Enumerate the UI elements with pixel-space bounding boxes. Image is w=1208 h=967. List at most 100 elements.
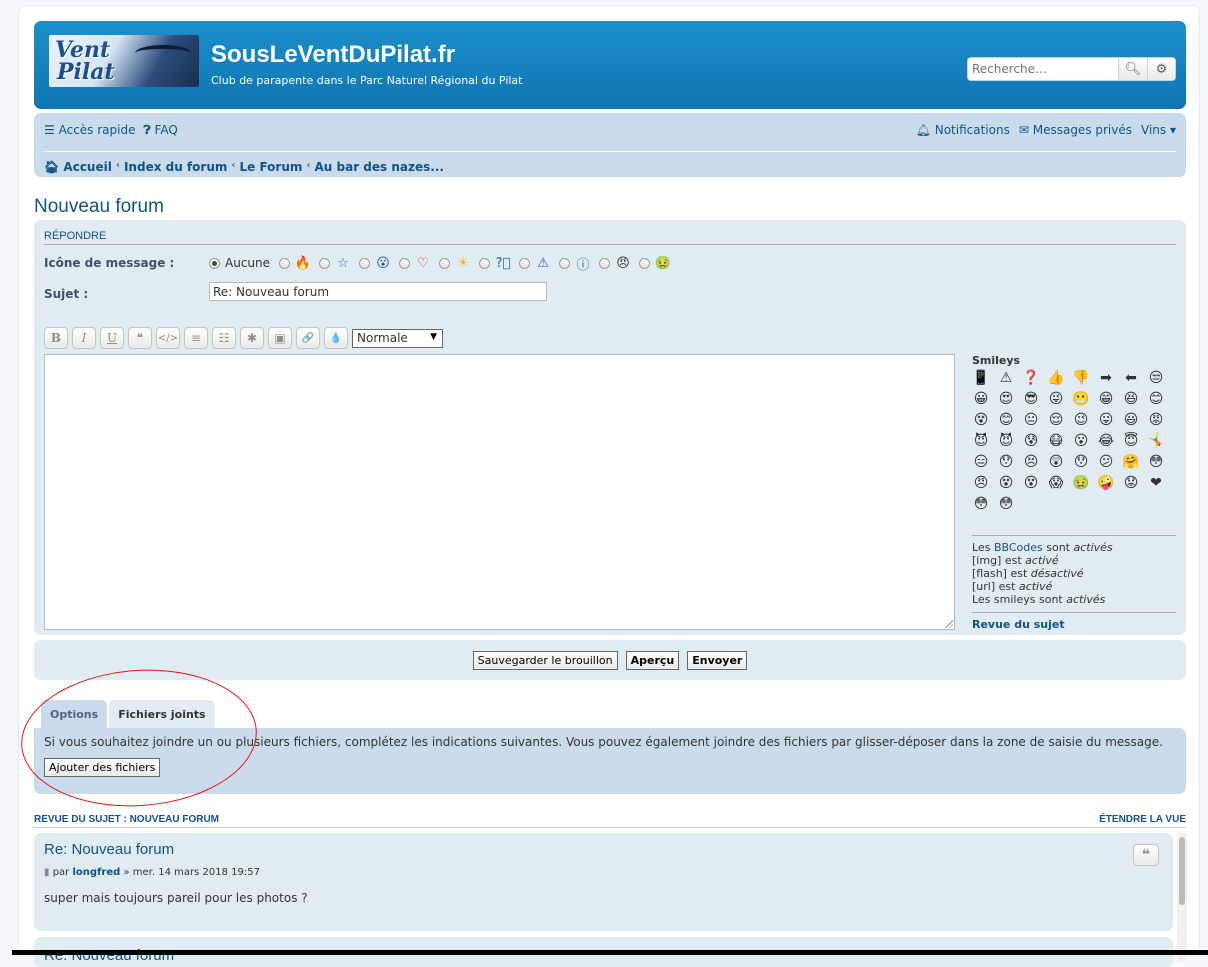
- smiley-icon[interactable]: 😯: [997, 453, 1015, 471]
- smiley-icon[interactable]: 😡: [1147, 411, 1165, 429]
- smiley-icon[interactable]: 😲: [1047, 453, 1065, 471]
- smiley-icon[interactable]: 🤸: [1147, 432, 1165, 450]
- ordered-list-button[interactable]: ☷: [212, 327, 236, 349]
- icon-radio-none[interactable]: [209, 257, 220, 269]
- smiley-icon[interactable]: 😀: [972, 390, 990, 408]
- smiley-icon[interactable]: 😮: [1072, 432, 1090, 450]
- font-size-select[interactable]: Normale: [352, 328, 443, 348]
- bold-button[interactable]: B: [44, 327, 68, 349]
- list-item-button[interactable]: ✱: [240, 327, 264, 349]
- post-author[interactable]: longfred: [72, 867, 120, 878]
- message-textarea[interactable]: [44, 354, 955, 630]
- icon-radio[interactable]: [439, 257, 451, 269]
- smiley-icon[interactable]: 😯: [1072, 453, 1090, 471]
- save-draft-button[interactable]: Sauvegarder le brouillon: [472, 650, 618, 670]
- faq-link[interactable]: ❓︎ FAQ: [143, 123, 177, 138]
- smiley-icon[interactable]: ⬅: [1122, 369, 1140, 387]
- icon-radio[interactable]: [599, 257, 611, 269]
- icon-radio[interactable]: [359, 257, 371, 269]
- send-button[interactable]: Envoyer: [687, 650, 748, 670]
- private-messages-link[interactable]: ✉ Messages privés: [1019, 123, 1132, 137]
- smiley-icon[interactable]: 🤢: [1072, 474, 1090, 492]
- smiley-icon[interactable]: ➡: [1097, 369, 1115, 387]
- scrollbar-thumb[interactable]: [1179, 837, 1185, 905]
- smiley-icon[interactable]: 👎: [1072, 369, 1090, 387]
- site-title[interactable]: SousLeVentDuPilat.fr: [211, 41, 455, 69]
- breadcrumb-le-forum[interactable]: Le Forum: [240, 160, 303, 174]
- smiley-icon[interactable]: 😊: [997, 411, 1015, 429]
- add-files-button[interactable]: Ajouter des fichiers: [44, 758, 161, 777]
- italic-button[interactable]: I: [72, 327, 96, 349]
- icon-radio[interactable]: [639, 257, 651, 269]
- tab-options[interactable]: Options: [41, 700, 108, 728]
- search-button[interactable]: 🔍︎: [1118, 58, 1147, 80]
- breadcrumb-forum-index[interactable]: Index du forum: [124, 160, 227, 174]
- icon-radio[interactable]: [559, 257, 571, 269]
- smiley-icon[interactable]: 😳: [997, 495, 1015, 513]
- smiley-icon[interactable]: 😂: [1097, 432, 1115, 450]
- breadcrumb-home[interactable]: 🏠︎ Accueil: [44, 160, 112, 174]
- smiley-icon[interactable]: ❓: [1022, 369, 1040, 387]
- smiley-icon[interactable]: 😳: [1147, 453, 1165, 471]
- subject-field[interactable]: [209, 282, 547, 301]
- icon-radio[interactable]: [279, 257, 291, 269]
- icon-radio[interactable]: [479, 257, 491, 269]
- site-logo[interactable]: Vent Pilat: [49, 35, 199, 87]
- list-button[interactable]: ≡: [184, 327, 208, 349]
- smiley-icon[interactable]: 😑: [972, 453, 990, 471]
- quote-button[interactable]: ❝: [128, 327, 152, 349]
- breadcrumb-bar[interactable]: Au bar des nazes...: [315, 160, 444, 174]
- smiley-icon[interactable]: ❤: [1147, 474, 1165, 492]
- quick-access-link[interactable]: ☰ Accès rapide: [44, 123, 135, 138]
- smiley-icon[interactable]: 😵: [997, 474, 1015, 492]
- smiley-icon[interactable]: 😠: [972, 474, 990, 492]
- smiley-icon[interactable]: 😵: [1022, 474, 1040, 492]
- smiley-icon[interactable]: 😵: [972, 411, 990, 429]
- smiley-icon[interactable]: 😛: [1097, 411, 1115, 429]
- topic-review-link[interactable]: Revue du sujet: [972, 612, 1176, 631]
- tab-attachments[interactable]: Fichiers joints: [109, 700, 215, 728]
- smiley-icon[interactable]: 👍: [1047, 369, 1065, 387]
- icon-radio[interactable]: [319, 257, 331, 269]
- smiley-icon[interactable]: 📱: [972, 369, 990, 387]
- smiley-icon[interactable]: 😱: [1047, 474, 1065, 492]
- smiley-icon[interactable]: 😈: [997, 432, 1015, 450]
- smiley-icon[interactable]: 😎: [1022, 390, 1040, 408]
- notifications-link[interactable]: 🔔︎ Notifications: [916, 123, 1010, 137]
- post-title[interactable]: Re: Nouveau forum: [44, 841, 174, 858]
- smiley-icon[interactable]: ⚠: [997, 369, 1015, 387]
- preview-button[interactable]: Aperçu: [625, 650, 680, 670]
- smiley-icon[interactable]: 😊: [1147, 390, 1165, 408]
- smiley-icon[interactable]: 😌: [1047, 411, 1065, 429]
- color-button[interactable]: 💧: [324, 327, 348, 349]
- code-button[interactable]: </>: [156, 327, 180, 349]
- search-input[interactable]: [968, 58, 1118, 80]
- smiley-icon[interactable]: 😣: [1022, 453, 1040, 471]
- smiley-icon[interactable]: 😰: [1022, 432, 1040, 450]
- smiley-icon[interactable]: 😁: [1097, 390, 1115, 408]
- expand-view-link[interactable]: ÉTENDRE LA VUE: [1099, 814, 1186, 825]
- resize-handle[interactable]: [944, 619, 953, 628]
- quote-post-button[interactable]: ❝: [1133, 844, 1159, 866]
- smiley-icon[interactable]: 😬: [1072, 390, 1090, 408]
- smiley-icon[interactable]: 😷: [1047, 432, 1065, 450]
- smiley-icon[interactable]: 😕: [1097, 453, 1115, 471]
- review-scrollbar[interactable]: [1177, 833, 1187, 961]
- icon-radio[interactable]: [399, 257, 411, 269]
- image-button[interactable]: ▣: [268, 327, 292, 349]
- smiley-icon[interactable]: 😃: [1122, 411, 1140, 429]
- smiley-icon[interactable]: 😜: [1047, 390, 1065, 408]
- smiley-icon[interactable]: 😳: [972, 495, 990, 513]
- smiley-icon[interactable]: 😈: [972, 432, 990, 450]
- smiley-icon[interactable]: 😟: [1122, 474, 1140, 492]
- smiley-icon[interactable]: 😉: [1072, 411, 1090, 429]
- underline-button[interactable]: U: [100, 327, 124, 349]
- icon-radio[interactable]: [519, 257, 531, 269]
- smiley-icon[interactable]: 😆: [1122, 390, 1140, 408]
- page-title[interactable]: Nouveau forum: [34, 196, 164, 218]
- smiley-icon[interactable]: 😇: [1122, 432, 1140, 450]
- smiley-icon[interactable]: 😒: [1147, 369, 1165, 387]
- smiley-icon[interactable]: 🤪: [1097, 474, 1115, 492]
- link-button[interactable]: 🔗: [296, 327, 320, 349]
- bbcodes-link[interactable]: BBCodes: [994, 541, 1043, 554]
